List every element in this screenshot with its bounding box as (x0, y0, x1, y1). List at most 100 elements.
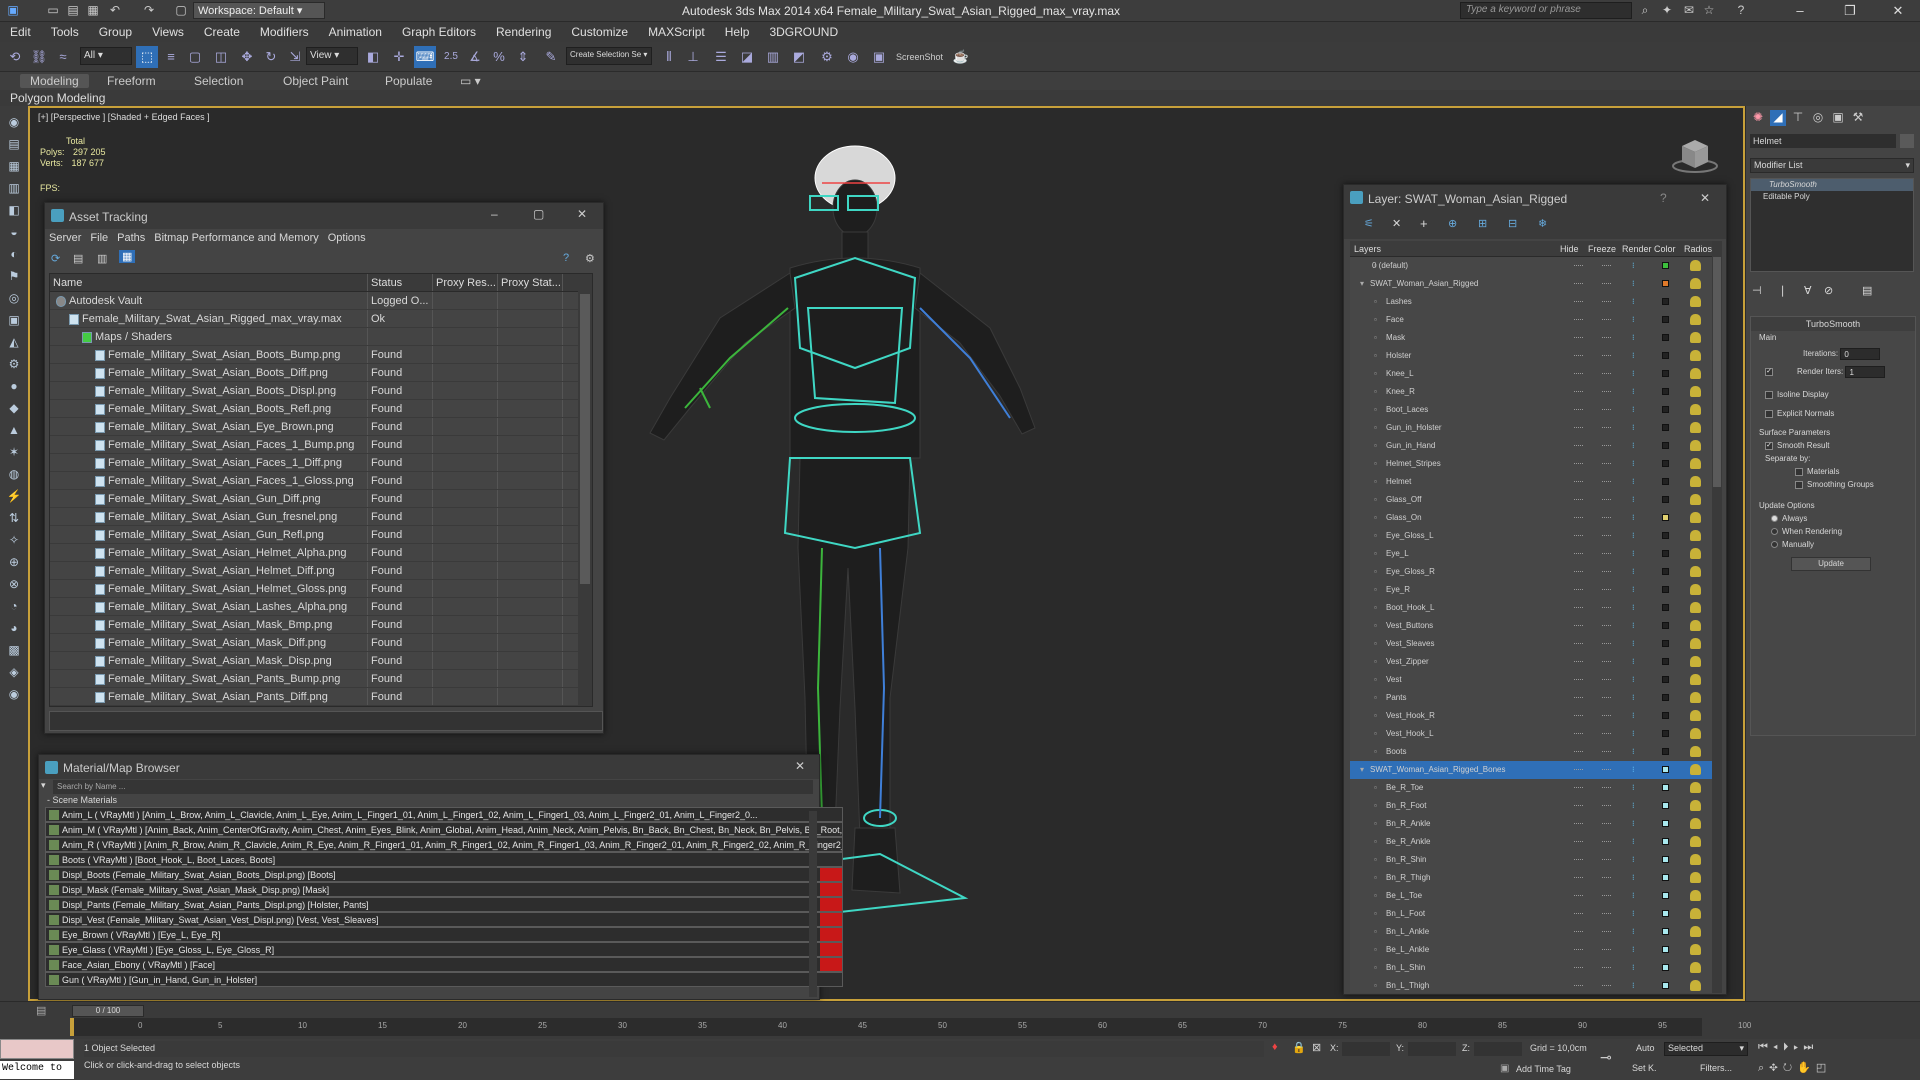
asset-row[interactable]: Female_Military_Swat_Asian_Helmet_Diff.p… (50, 562, 592, 580)
layer-row[interactable]: ▫ Vest_Buttons ⁝ (1350, 617, 1722, 635)
layer-render-toggle[interactable]: ⁝ (1632, 514, 1640, 522)
asset-row[interactable]: Female_Military_Swat_Asian_Eye_Brown.png… (50, 418, 592, 436)
scene-explorer-icon[interactable]: ☰ (710, 46, 732, 68)
layer-color-swatch[interactable] (1662, 262, 1669, 269)
object-icon[interactable]: ▫ (1374, 329, 1377, 347)
object-icon[interactable]: ▫ (1374, 545, 1377, 563)
layer-freeze-toggle[interactable] (1602, 319, 1611, 321)
radiosity-icon[interactable] (1690, 692, 1701, 703)
object-icon[interactable]: ▫ (1374, 635, 1377, 653)
pivot-center-icon[interactable]: ◧ (362, 46, 384, 68)
layer-color-swatch[interactable] (1662, 586, 1669, 593)
render-iters-spinner[interactable]: 1 (1845, 366, 1886, 378)
layer-row[interactable]: ▫ Vest_Hook_L ⁝ (1350, 725, 1722, 743)
layer-hide-toggle[interactable] (1574, 283, 1583, 285)
layer-freeze-toggle[interactable] (1602, 625, 1611, 627)
render-iters-checkbox[interactable]: ✓ (1765, 368, 1773, 376)
delete-layer-icon[interactable]: ✕ (1392, 217, 1401, 230)
layer-row[interactable]: ▫ Eye_L ⁝ (1350, 545, 1722, 563)
layer-render-toggle[interactable]: ⁝ (1632, 820, 1640, 828)
layer-freeze-toggle[interactable] (1602, 841, 1611, 843)
radiosity-icon[interactable] (1690, 854, 1701, 865)
layer-color-swatch[interactable] (1662, 874, 1669, 881)
asset-row[interactable]: Female_Military_Swat_Asian_Mask_Diff.png… (50, 634, 592, 652)
layer-render-toggle[interactable]: ⁝ (1632, 460, 1640, 468)
menu-group[interactable]: Group (89, 22, 142, 39)
asset-row[interactable]: Female_Military_Swat_Asian_Faces_1_Diff.… (50, 454, 592, 472)
iterations-spinner[interactable]: 0 (1840, 348, 1881, 360)
asset-row[interactable]: Female_Military_Swat_Asian_Mask_Bmp.png F… (50, 616, 592, 634)
layer-hide-toggle[interactable] (1574, 787, 1583, 789)
named-selection-dropdown[interactable]: Create Selection Se ▾ (566, 47, 652, 65)
col-name[interactable]: Name (50, 274, 368, 291)
save-file-icon[interactable]: ▦ (84, 2, 102, 19)
left-tool-icon[interactable]: ✧ (6, 532, 22, 548)
layer-render-toggle[interactable]: ⁝ (1632, 388, 1640, 396)
layer-color-swatch[interactable] (1662, 676, 1669, 683)
radiosity-icon[interactable] (1690, 440, 1701, 451)
layer-render-toggle[interactable]: ⁝ (1632, 910, 1640, 918)
explicit-normals-checkbox[interactable] (1765, 409, 1773, 418)
menu-maxscript[interactable]: MAXScript (638, 22, 715, 39)
layer-row[interactable]: ▫ Pants ⁝ (1350, 689, 1722, 707)
layer-color-swatch[interactable] (1662, 784, 1669, 791)
redo-icon[interactable]: ↷ (140, 2, 158, 19)
object-icon[interactable]: ▫ (1374, 563, 1377, 581)
asset-settings-icon[interactable]: ⚙ (585, 252, 595, 265)
asset-menu-bitmap-performance-and-memory[interactable]: Bitmap Performance and Memory (154, 232, 318, 244)
asset-close-button[interactable]: ✕ (577, 207, 587, 221)
col-hide[interactable]: Hide (1560, 241, 1588, 256)
layer-freeze-toggle[interactable] (1602, 571, 1611, 573)
layer-render-toggle[interactable]: ⁝ (1632, 298, 1640, 306)
layer-hide-toggle[interactable] (1574, 409, 1583, 411)
radiosity-icon[interactable] (1690, 782, 1701, 793)
asset-row[interactable]: Female_Military_Swat_Asian_Boots_Displ.p… (50, 382, 592, 400)
screenshot-label[interactable]: ScreenShot (896, 46, 943, 68)
left-tool-icon[interactable]: ◈ (6, 664, 22, 680)
layer-hide-toggle[interactable] (1574, 463, 1583, 465)
layer-render-toggle[interactable]: ⁝ (1632, 784, 1640, 792)
layer-row[interactable]: ▫ Vest_Sleaves ⁝ (1350, 635, 1722, 653)
set-key-icon[interactable]: ⊸ (1600, 1049, 1612, 1066)
ribbon-options-icon[interactable]: ▭ ▾ (460, 74, 481, 88)
smooth-result-checkbox[interactable]: ✓ (1765, 441, 1773, 450)
material-row[interactable]: Gun ( VRayMtl ) [Gun_in_Hand, Gun_in_Hol… (45, 972, 843, 987)
radiosity-icon[interactable] (1690, 980, 1701, 991)
layer-color-swatch[interactable] (1662, 658, 1669, 665)
layer-hide-toggle[interactable] (1574, 769, 1583, 771)
radiosity-icon[interactable] (1690, 872, 1701, 883)
modifier-list-dropdown[interactable]: Modifier List ▾ (1750, 158, 1914, 173)
viewport-navigation-controls[interactable]: ⌕✥↻✋◰ (1758, 1061, 1918, 1077)
col-proxy-stat[interactable]: Proxy Stat... (498, 274, 563, 291)
layer-hide-toggle[interactable] (1574, 823, 1583, 825)
layer-color-swatch[interactable] (1662, 820, 1669, 827)
layer-hide-toggle[interactable] (1574, 985, 1583, 987)
freeze-all-icon[interactable]: ❄ (1538, 217, 1547, 230)
smoothing-groups-checkbox[interactable] (1795, 480, 1803, 489)
asset-row[interactable]: Female_Military_Swat_Asian_Lashes_Alpha.… (50, 598, 592, 616)
layer-render-toggle[interactable]: ⁝ (1632, 658, 1640, 666)
percent-snap-icon[interactable]: % (488, 46, 510, 68)
asset-row[interactable]: Female_Military_Swat_Asian_Helmet_Gloss.… (50, 580, 592, 598)
object-icon[interactable]: ▫ (1374, 473, 1377, 491)
rotate-icon[interactable]: ↻ (260, 46, 282, 68)
maxscript-mini-listener[interactable]: Welcome to (0, 1061, 74, 1079)
object-icon[interactable]: ▫ (1374, 419, 1377, 437)
keyboard-shortcut-override-icon[interactable]: ⌨ (414, 46, 436, 68)
radiosity-icon[interactable] (1690, 836, 1701, 847)
layer-freeze-toggle[interactable] (1602, 373, 1611, 375)
viewcube-icon[interactable] (1670, 136, 1720, 176)
create-tab-icon[interactable]: ✺ (1750, 110, 1766, 126)
layer-freeze-toggle[interactable] (1602, 391, 1611, 393)
object-icon[interactable]: ▫ (1374, 941, 1377, 959)
radiosity-icon[interactable] (1690, 368, 1701, 379)
layer-color-swatch[interactable] (1662, 640, 1669, 647)
layer-render-toggle[interactable]: ⁝ (1632, 442, 1640, 450)
radiosity-icon[interactable] (1690, 476, 1701, 487)
hide-all-icon[interactable]: ⊟ (1508, 217, 1517, 230)
layer-render-toggle[interactable]: ⁝ (1632, 280, 1640, 288)
layer-row[interactable]: ▫ Be_R_Toe ⁝ (1350, 779, 1722, 797)
layer-explorer-window[interactable]: Layer: SWAT_Woman_Asian_Rigged ? ✕ ⚟ ✕ +… (1343, 184, 1727, 995)
material-search-input[interactable]: Search by Name ... (53, 780, 813, 794)
layer-render-toggle[interactable]: ⁝ (1632, 946, 1640, 954)
